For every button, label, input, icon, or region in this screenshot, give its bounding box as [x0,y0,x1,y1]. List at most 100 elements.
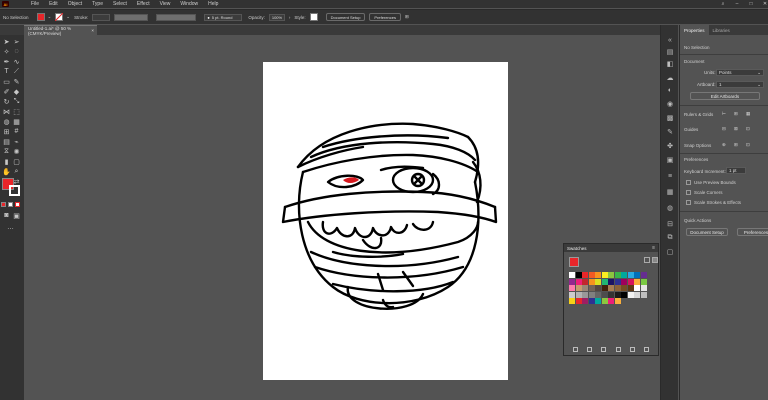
swatch-cell[interactable] [575,278,582,285]
swatch-cell[interactable] [575,285,582,291]
swatch-options-icon[interactable] [601,346,607,352]
color-mode-icon[interactable] [1,202,6,207]
smart-guides-icon[interactable]: ⊡ [746,126,750,132]
swatch-cell[interactable] [608,278,614,285]
artboard-dropdown[interactable]: 1 ⌄ [716,81,764,88]
swatch-cell[interactable] [614,298,621,304]
use-preview-bounds-checkbox[interactable] [686,180,691,185]
blend-tool-icon[interactable]: ⧖ [2,147,11,156]
color-icon[interactable]: ◐ [665,85,675,95]
swatch-cell[interactable] [640,285,647,291]
tab-properties[interactable]: Properties [680,25,709,35]
swatch-cell[interactable] [588,298,595,304]
snap-pixel-icon[interactable]: ⊡ [746,142,750,148]
swatch-libraries-icon[interactable] [572,346,578,352]
swatch-cell[interactable] [614,278,621,285]
quick-document-setup-button[interactable]: Document Setup [686,228,728,236]
new-swatch-icon[interactable] [629,346,635,352]
selection-tool-icon[interactable]: ➤ [2,37,11,46]
swatch-cell[interactable] [627,285,634,291]
new-color-group-icon[interactable] [615,346,621,352]
scale-strokes-checkbox[interactable] [686,200,691,205]
line-tool-icon[interactable]: ⟋ [12,67,21,76]
swatch-cell[interactable] [621,278,627,285]
gradient-mode-icon[interactable] [8,202,13,207]
quick-preferences-button[interactable]: Preferences [737,228,768,236]
keyboard-increment-field[interactable]: 1 pt [726,167,746,174]
edit-toolbar-icon[interactable]: … [6,223,15,232]
swatch-cell[interactable] [627,278,634,285]
graph-tool-icon[interactable]: ▮ [2,157,11,166]
scale-corners-checkbox[interactable] [686,190,691,195]
gradient-icon[interactable]: ▦ [665,187,675,197]
swatch-cell[interactable] [575,298,582,304]
free-transform-tool-icon[interactable]: ⬚ [12,107,21,116]
stroke-weight-field[interactable] [92,13,111,21]
type-tool-icon[interactable]: T [2,67,11,76]
libraries-icon[interactable]: ☁ [665,73,675,83]
screen-mode-icon[interactable]: ▣ [12,211,21,220]
swatch-cell[interactable] [575,272,582,278]
appearance-icon[interactable]: ◉ [665,99,675,109]
lock-guides-icon[interactable]: ⊠ [734,126,738,132]
swatch-cell[interactable] [640,291,647,298]
swatch-cell[interactable] [627,272,634,278]
layers-icon[interactable]: ◧ [665,59,675,69]
swatch-cell[interactable] [634,291,640,298]
menu-select[interactable]: Select [113,1,127,7]
swatch-cell[interactable] [601,285,608,291]
stroke-color-icon[interactable] [9,185,20,196]
swatch-cell[interactable] [595,278,601,285]
swatch-cell[interactable] [634,272,640,278]
swatch-cell[interactable] [569,278,575,285]
list-view-icon[interactable] [644,257,650,263]
swatch-cell[interactable] [621,291,627,298]
rotate-tool-icon[interactable]: ↻ [2,97,11,106]
menu-edit[interactable]: Edit [49,1,58,7]
preferences-button[interactable]: Preferences [369,13,401,21]
swatch-cell[interactable] [588,285,595,291]
search-icon[interactable]: ⌕ [720,1,726,7]
menu-file[interactable]: File [31,1,39,7]
opacity-field[interactable]: 100% [268,13,285,21]
pen-tool-icon[interactable]: ✒ [2,57,11,66]
stroke-icon[interactable]: ≡ [665,171,675,181]
swatch-cell[interactable] [588,272,595,278]
menu-object[interactable]: Object [68,1,82,7]
swatch-cell[interactable] [601,272,608,278]
hand-tool-icon[interactable]: ✋ [2,167,11,176]
swatch-cell[interactable] [621,272,627,278]
swatches-tab[interactable]: Swatches [567,246,587,251]
menu-type[interactable]: Type [92,1,103,7]
live-paint-tool-icon[interactable]: ▦ [12,117,21,126]
edit-artboards-button[interactable]: Edit Artboards [690,92,760,100]
ruler-icon[interactable]: ⊢ [722,111,726,117]
swatch-cell[interactable] [634,278,640,285]
app-logo-icon[interactable]: Ai [2,1,9,7]
zoom-tool-icon[interactable]: ⌕ [12,167,21,176]
artboard-tool-icon[interactable]: ▢ [12,157,21,166]
swatch-cell[interactable] [601,278,608,285]
curvature-tool-icon[interactable]: ∿ [12,57,21,66]
scale-tool-icon[interactable]: ⤡ [12,97,21,106]
draw-mode-icon[interactable]: ◙ [2,211,11,220]
swatch-cell[interactable] [569,285,575,291]
swatch-cell[interactable] [640,278,647,285]
chevron-down-icon[interactable]: ⌄ [66,14,70,20]
eraser-tool-icon[interactable]: ◆ [12,87,21,96]
opacity-chevron-icon[interactable]: › [289,15,291,20]
transparency-grid-icon[interactable]: ▦ [746,111,750,117]
swatch-cell[interactable] [582,285,588,291]
swatch-cell[interactable] [595,285,601,291]
arrange-documents-icon[interactable]: ⊞ [405,14,409,20]
panel-menu-icon[interactable]: ≡ [652,245,655,251]
shape-builder-tool-icon[interactable]: ◍ [2,117,11,126]
graphic-styles-icon[interactable]: ▣ [665,155,675,165]
snap-grid-icon[interactable]: ⊞ [734,142,738,148]
symbols-icon[interactable]: ✤ [665,141,675,151]
units-dropdown[interactable]: Points ⌄ [716,69,764,76]
variable-width-profile[interactable] [114,13,149,21]
tab-libraries[interactable]: Libraries [709,25,734,35]
close-icon[interactable]: ✕ [762,1,768,7]
gradient-tool-icon[interactable]: ▤ [2,137,11,146]
